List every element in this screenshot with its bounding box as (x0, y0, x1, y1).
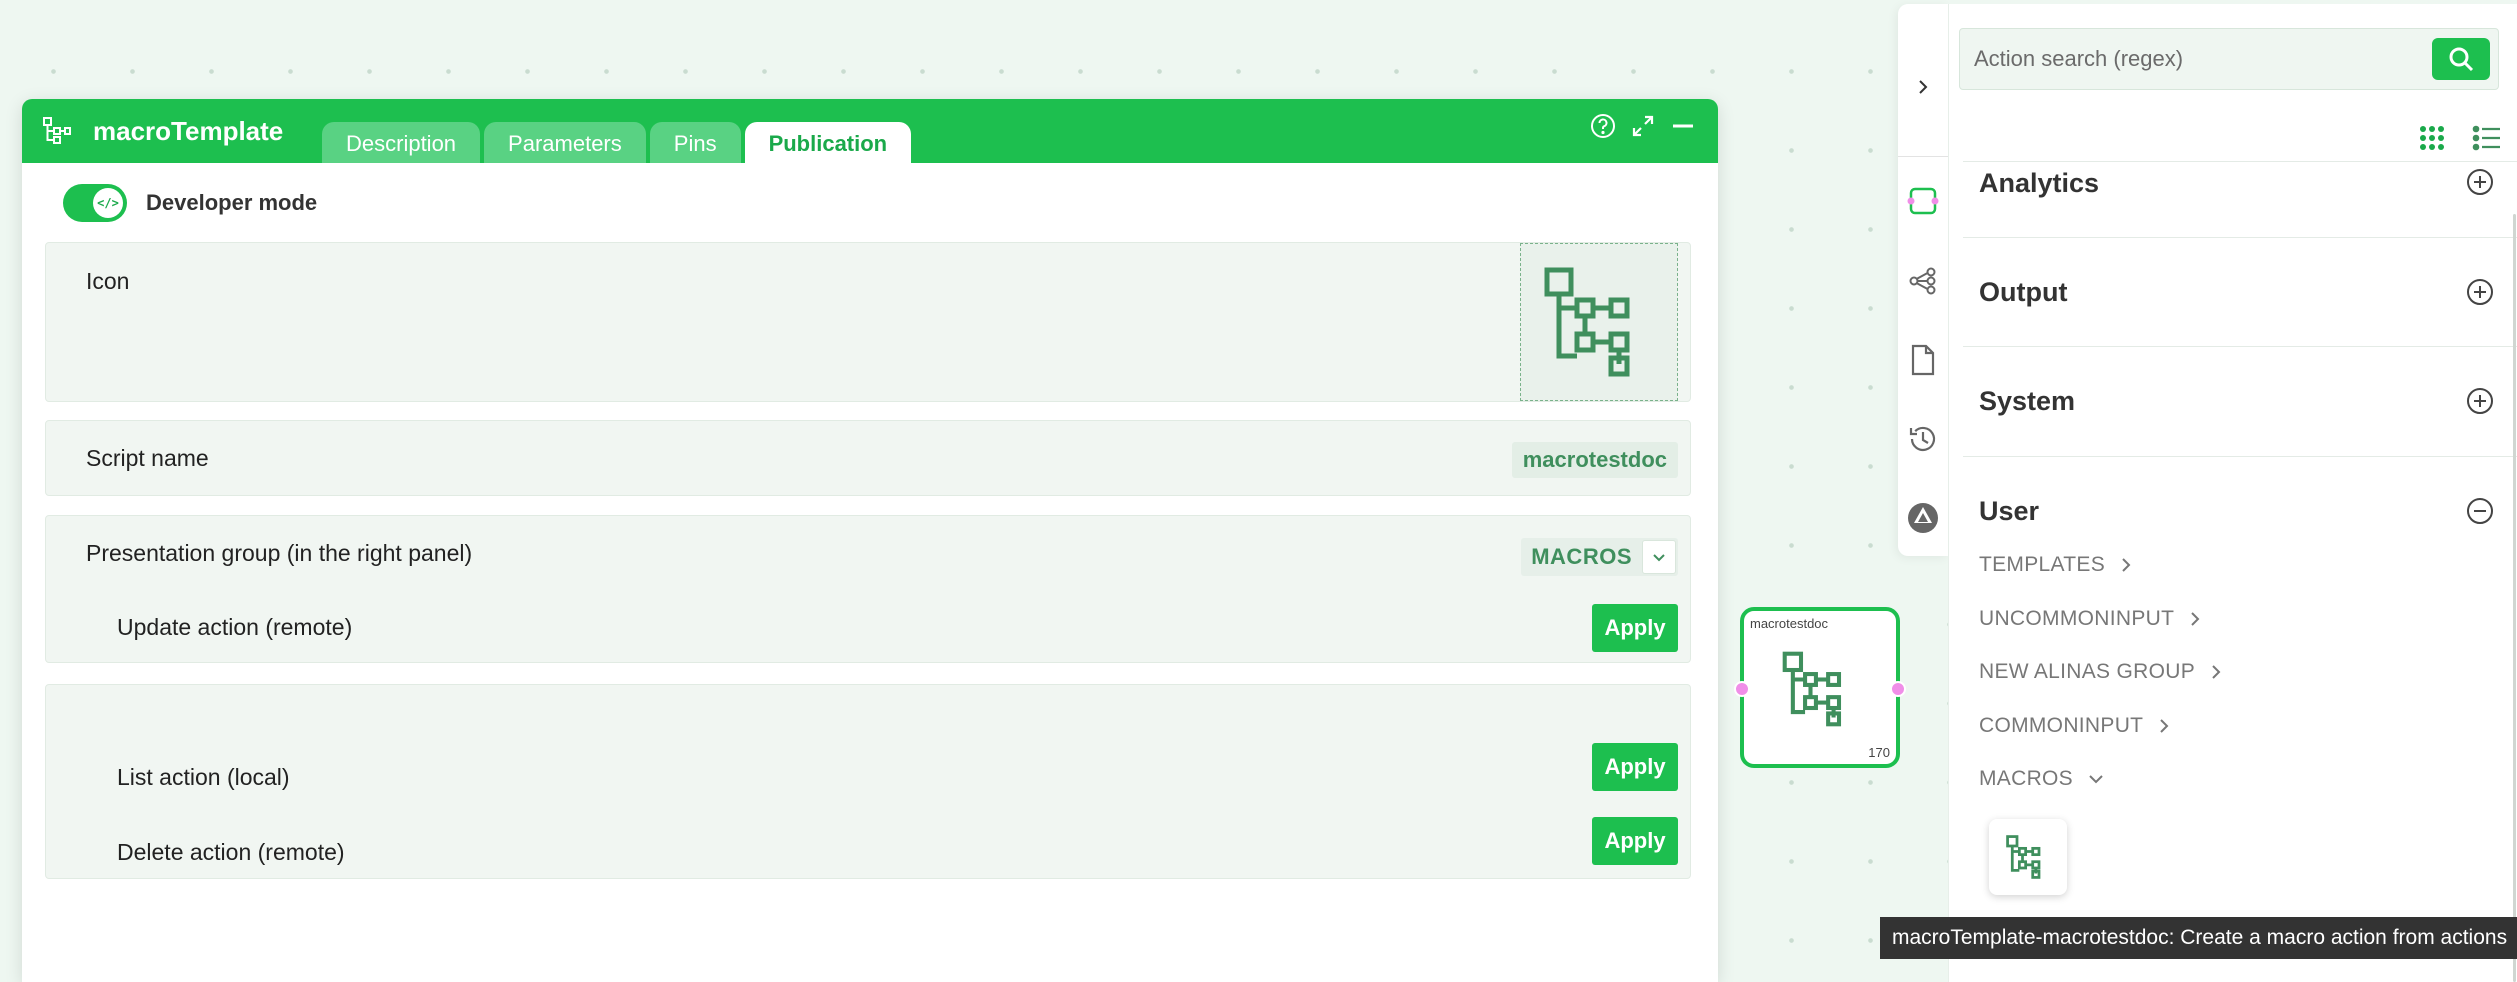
script-name-card: Script name macrotestdoc (45, 420, 1691, 496)
action-tooltip: macroTemplate-macrotestdoc: Create a mac… (1880, 917, 2517, 959)
macro-node[interactable]: macrotestdoc 170 (1734, 607, 1906, 768)
side-toolbar (1898, 4, 1948, 556)
developer-mode-label: Developer mode (146, 190, 318, 215)
category-output[interactable]: Output (1979, 277, 2067, 308)
input-pin[interactable] (1734, 681, 1750, 697)
header-controls (1590, 113, 1696, 139)
plus-circle-icon[interactable] (2466, 387, 2494, 415)
node-title: macrotestdoc (1750, 616, 1829, 631)
delete-action-apply-button[interactable]: Apply (1592, 817, 1678, 865)
grid-view-icon (2420, 126, 2444, 150)
update-action-label: Update action (remote) (117, 614, 353, 640)
group-label: NEW ALINAS GROUP (1979, 660, 2196, 683)
script-name-value[interactable]: macrotestdoc (1511, 442, 1678, 478)
plus-circle-icon[interactable] (2466, 278, 2494, 306)
grid-view-button[interactable] (2414, 120, 2450, 156)
help-button[interactable] (1590, 113, 1616, 139)
list-action-apply-button[interactable]: Apply (1592, 743, 1678, 791)
tab-description[interactable]: Description (322, 122, 481, 163)
category-user[interactable]: User (1979, 496, 2039, 527)
node-icon (1907, 187, 1939, 215)
icon-label: Icon (86, 268, 130, 294)
logo-tab-button[interactable] (1898, 493, 1948, 543)
chevron-right-icon (2160, 719, 2169, 733)
chevron-right-icon (2191, 612, 2200, 626)
code-icon: </> (93, 188, 123, 218)
developer-mode-row: </> Developer mode (63, 183, 317, 223)
node-count: 170 (1868, 745, 1890, 760)
chevron-down-icon (2089, 775, 2103, 784)
hierarchy-icon (43, 117, 71, 144)
toolbar-divider (1898, 156, 1948, 157)
action-search-input[interactable] (1960, 29, 2430, 89)
hierarchy-icon (1544, 267, 1630, 377)
help-icon (1591, 114, 1615, 138)
group-label: COMMONINPUT (1979, 714, 2144, 737)
group-new-alinas-group[interactable]: NEW ALINAS GROUP (1979, 660, 2223, 684)
graph-tab-button[interactable] (1898, 256, 1948, 306)
category-analytics[interactable]: Analytics (1979, 168, 2099, 199)
hierarchy-icon (1782, 651, 1842, 727)
presentation-group-value: MACROS (1531, 544, 1632, 569)
chevron-right-icon (1919, 80, 1928, 94)
panel-divider (1963, 456, 2517, 457)
panel-divider (1963, 161, 2517, 162)
chevron-right-icon (2122, 558, 2131, 572)
chevron-down-icon (1642, 540, 1676, 574)
action-search (1959, 28, 2499, 90)
delete-action-label: Delete action (remote) (117, 839, 345, 865)
tab-parameters[interactable]: Parameters (484, 122, 646, 163)
document-icon (1911, 344, 1935, 376)
expand-button[interactable] (1630, 113, 1656, 139)
actions-card: List action (local) Apply Delete action … (45, 684, 1691, 879)
search-button[interactable] (2432, 38, 2490, 80)
panel-scrollbar[interactable] (2513, 214, 2516, 982)
dialog-header: macroTemplate Description Parameters Pin… (22, 99, 1718, 163)
group-commoninput[interactable]: COMMONINPUT (1979, 714, 2171, 738)
plus-circle-icon[interactable] (2466, 168, 2494, 196)
macro-dialog: macroTemplate Description Parameters Pin… (22, 99, 1718, 982)
tab-publication[interactable]: Publication (744, 122, 912, 163)
tab-pins[interactable]: Pins (649, 122, 741, 163)
minus-circle-icon[interactable] (2466, 497, 2494, 525)
script-name-label: Script name (86, 445, 209, 471)
developer-mode-toggle[interactable]: </> (63, 184, 127, 222)
group-uncommoninput[interactable]: UNCOMMONINPUT (1979, 607, 2202, 631)
list-view-button[interactable] (2469, 120, 2505, 156)
group-macros[interactable]: MACROS (1979, 767, 2105, 791)
output-pin[interactable] (1890, 681, 1906, 697)
minimize-icon (1673, 124, 1693, 128)
document-tab-button[interactable] (1898, 335, 1948, 385)
presentation-group-select[interactable]: MACROS (1521, 538, 1678, 576)
presentation-group-card: Presentation group (in the right panel) … (45, 515, 1691, 663)
graph-icon (1909, 267, 1936, 295)
group-label: UNCOMMONINPUT (1979, 607, 2175, 630)
actions-tab-button[interactable] (1898, 176, 1948, 226)
icon-card: Icon (45, 242, 1691, 402)
group-label: MACROS (1979, 767, 2073, 790)
list-action-label: List action (local) (117, 764, 290, 790)
chevron-right-icon (2212, 665, 2221, 679)
panel-divider (1963, 237, 2517, 238)
expand-icon (1632, 115, 1654, 137)
list-view-icon (2472, 125, 2500, 151)
icon-picker[interactable] (1520, 243, 1678, 401)
history-icon (1909, 426, 1936, 452)
group-label: TEMPLATES (1979, 553, 2106, 576)
presentation-group-label: Presentation group (in the right panel) (86, 540, 473, 566)
right-panel: Analytics Output System User TEMPLATES U… (1948, 4, 2517, 982)
dialog-title: macroTemplate (93, 116, 284, 146)
minimize-button[interactable] (1670, 113, 1696, 139)
history-tab-button[interactable] (1898, 414, 1948, 464)
dialog-tabs: Description Parameters Pins Publication (322, 122, 912, 163)
panel-divider (1963, 346, 2517, 347)
collapse-panel-button[interactable] (1898, 62, 1948, 112)
hierarchy-icon (2006, 835, 2041, 879)
search-icon (2449, 47, 2474, 72)
group-templates[interactable]: TEMPLATES (1979, 553, 2133, 577)
logo-icon (1908, 503, 1938, 533)
update-action-apply-button[interactable]: Apply (1592, 604, 1678, 652)
macro-action-tile[interactable] (1989, 819, 2067, 895)
category-system[interactable]: System (1979, 386, 2075, 417)
